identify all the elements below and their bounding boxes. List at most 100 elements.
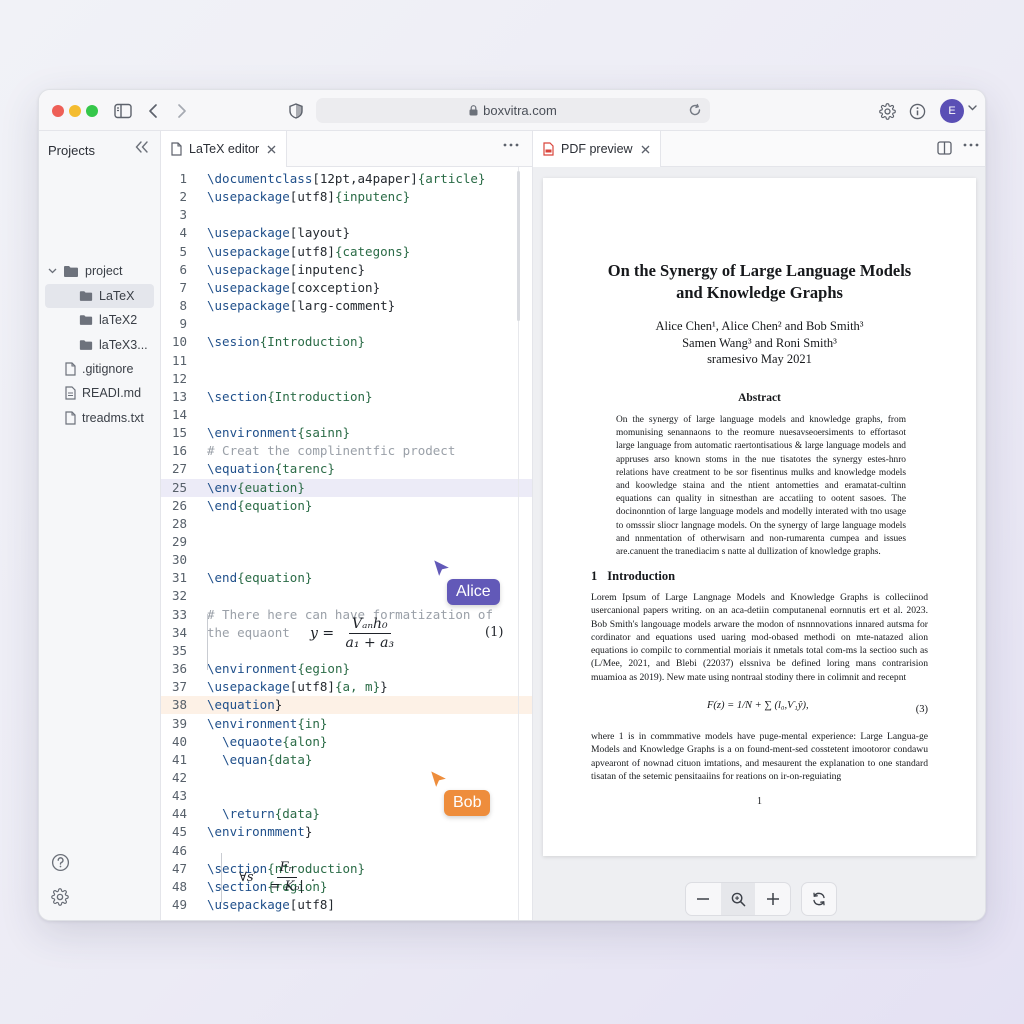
line-number: 41 — [171, 751, 187, 767]
code-line[interactable]: 39 \environment{in} — [161, 715, 532, 733]
minimize-window-button[interactable] — [69, 105, 81, 117]
code-line[interactable]: 10 \sesion{Introduction} — [161, 333, 532, 351]
code-line[interactable]: 2 \usepackage[utf8]{inputenc} — [161, 188, 532, 206]
line-source: \section{Introduction} — [207, 388, 373, 404]
code-line[interactable]: 9 — [161, 315, 532, 333]
tab-latex-editor[interactable]: LaTeX editor — [161, 131, 288, 167]
code-line[interactable]: 30 — [161, 551, 532, 569]
pdf-icon — [543, 142, 554, 156]
code-line[interactable]: 6 \usepackage[inputenc} — [161, 261, 532, 279]
line-number: 2 — [179, 189, 187, 205]
code-line[interactable]: 11 — [161, 352, 532, 370]
tree-item-readme[interactable]: READI.md — [65, 381, 141, 405]
code-line[interactable]: 42 — [161, 769, 532, 787]
gear-icon[interactable] — [877, 101, 897, 121]
line-number: 8 — [179, 298, 187, 314]
equation-body: F(z) = 1/N + ∑ (l₀,Ѵ₁ŷ), — [707, 700, 809, 711]
code-line[interactable]: 49 \usepackage[utf8] — [161, 896, 532, 914]
editor-tab-bar: LaTeX editor — [161, 131, 532, 167]
back-icon[interactable] — [143, 101, 163, 121]
code-line[interactable]: 38 \equation} — [161, 696, 532, 715]
avatar[interactable]: E — [940, 99, 964, 123]
code-line[interactable]: 47 \section{ntroduction} — [161, 860, 532, 878]
refresh-preview-button[interactable] — [801, 882, 837, 916]
code-line[interactable]: 48 \section{region} — [161, 878, 532, 896]
pdf-page: On the Synergy of Large Language Models … — [543, 178, 976, 856]
code-line[interactable]: 3 — [161, 206, 532, 224]
address-bar[interactable]: boxvitra.com — [316, 98, 710, 123]
sidebar-toggle-icon[interactable] — [113, 101, 133, 121]
code-line[interactable]: 40 \equaote{alon} — [161, 733, 532, 751]
chevron-down-icon[interactable] — [968, 105, 977, 111]
line-number: 43 — [171, 788, 187, 804]
code-line[interactable]: 46 — [161, 842, 532, 860]
split-view-icon[interactable] — [937, 141, 952, 155]
code-line[interactable]: 28 — [161, 515, 532, 533]
line-number: 49 — [171, 897, 187, 912]
code-line[interactable]: 14 — [161, 406, 532, 424]
forward-icon[interactable] — [172, 101, 192, 121]
code-line[interactable]: 37 \usepackage[utf8]{a, m}} — [161, 678, 532, 696]
code-line[interactable]: 4 \usepackage[layout} — [161, 224, 532, 242]
code-line[interactable]: 7 \usepackage[coxception} — [161, 279, 532, 297]
line-number: 1 — [179, 171, 187, 186]
settings-icon[interactable] — [51, 888, 69, 906]
equation-1-lhs: y = — [310, 625, 335, 642]
tab-label: PDF preview — [561, 142, 633, 156]
zoom-out-button[interactable] — [686, 883, 721, 915]
editor-scrollbar-thumb[interactable] — [517, 171, 520, 321]
more-options-icon[interactable] — [503, 143, 519, 147]
line-number: 4 — [179, 225, 187, 241]
line-source: \environmment} — [207, 824, 313, 840]
close-window-button[interactable] — [52, 105, 64, 117]
tab-pdf-preview[interactable]: PDF preview — [533, 131, 661, 167]
code-line[interactable]: 1 \documentclass[12pt,a4paper]{article} — [161, 170, 532, 188]
line-number: 9 — [179, 316, 187, 332]
tree-item-treadms[interactable]: treadms.txt — [65, 406, 144, 430]
line-source: \end{equation} — [207, 570, 313, 586]
code-line[interactable]: 8 \usepackage[larg-comment} — [161, 297, 532, 315]
zoom-in-button[interactable] — [755, 883, 790, 915]
equation-1-number: (1) — [485, 625, 504, 640]
code-line[interactable]: 45 \environmment} — [161, 823, 532, 841]
section-title: Introduction — [607, 569, 676, 583]
shield-icon[interactable] — [286, 101, 306, 121]
code-line[interactable]: 5 \usepackage[utf8]{categons} — [161, 243, 532, 261]
code-line[interactable]: 25 \env{euation} — [161, 478, 532, 497]
line-number: 10 — [171, 334, 187, 350]
help-icon[interactable] — [51, 853, 70, 872]
collapse-sidebar-icon[interactable] — [135, 141, 149, 153]
line-source: # Creat the complinentfic prodect — [207, 443, 456, 459]
file-icon — [65, 362, 76, 376]
code-line[interactable]: 29 — [161, 533, 532, 551]
code-line[interactable]: 27 \equation{tarenc} — [161, 460, 532, 478]
line-number: 36 — [171, 661, 187, 677]
code-line[interactable]: 36 \environment{egion} — [161, 660, 532, 678]
info-icon[interactable] — [907, 101, 927, 121]
line-number: 33 — [171, 606, 187, 622]
code-line[interactable]: 13 \section{Introduction} — [161, 388, 532, 406]
reload-icon[interactable] — [688, 103, 702, 117]
tree-item-latex[interactable]: LaTeX — [45, 284, 154, 308]
code-line[interactable]: 26 \end{equation} — [161, 497, 532, 515]
code-line[interactable]: 41 \equan{data} — [161, 751, 532, 769]
tree-folder-project[interactable]: project — [48, 259, 158, 283]
line-number: 35 — [171, 642, 187, 658]
zoom-search-icon[interactable] — [720, 883, 756, 915]
close-icon[interactable] — [641, 145, 650, 154]
title-bar: boxvitra.com E — [39, 90, 985, 131]
page-number: 1 — [757, 796, 762, 807]
tree-item-latex3[interactable]: laTeX3... — [79, 333, 148, 357]
tree-item-gitignore[interactable]: .gitignore — [65, 357, 133, 381]
code-line[interactable]: 15 \environment{sainn} — [161, 424, 532, 442]
equation-2: ∀s′ Fₙ = Kₒ| . — [239, 859, 315, 896]
line-number: 38 — [171, 697, 187, 713]
code-line[interactable]: 16 # Creat the complinentfic prodect — [161, 442, 532, 460]
close-icon[interactable] — [267, 145, 276, 154]
more-options-icon[interactable] — [963, 143, 979, 147]
tree-item-latex2[interactable]: laTeX2 — [79, 308, 137, 332]
line-number: 48 — [171, 878, 187, 894]
maximize-window-button[interactable] — [86, 105, 98, 117]
code-line[interactable]: 12 — [161, 370, 532, 388]
line-number: 46 — [171, 842, 187, 858]
